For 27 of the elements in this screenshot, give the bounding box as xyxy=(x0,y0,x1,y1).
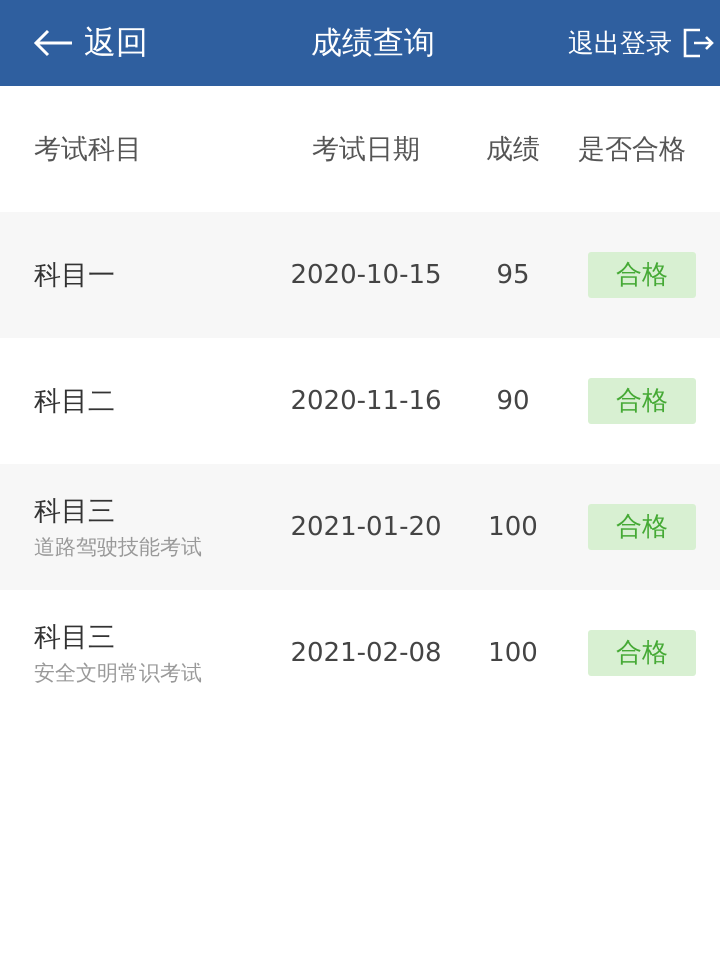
subject-text: 科目三 xyxy=(34,621,116,655)
subject-note: 安全文明常识考试 xyxy=(34,660,203,687)
logout-icon xyxy=(682,27,714,59)
logout-button[interactable]: 退出登录 xyxy=(544,26,714,60)
subject-note: 道路驾驶技能考试 xyxy=(34,534,203,561)
result-badge: 合格 xyxy=(588,630,696,676)
column-header: 成绩 xyxy=(485,133,541,167)
subject-text: 科目三 xyxy=(34,495,116,529)
exam-date: 2020-11-16 xyxy=(289,386,443,416)
exam-date: 2020-10-15 xyxy=(289,260,443,290)
column-header: 考试科目 xyxy=(33,133,143,167)
column-header: 考试日期 xyxy=(311,133,421,167)
page-title: 成绩查询 xyxy=(311,24,435,63)
exam-score: 100 xyxy=(487,512,539,542)
back-button[interactable]: 返回 xyxy=(32,21,202,65)
exam-score: 90 xyxy=(495,386,531,416)
result-badge: 合格 xyxy=(588,252,696,298)
back-arrow-icon xyxy=(32,28,74,58)
exam-score: 95 xyxy=(495,260,531,290)
subject-text: 科目一 xyxy=(34,259,116,293)
result-badge: 合格 xyxy=(588,504,696,550)
exam-date: 2021-02-08 xyxy=(289,638,443,668)
exam-date: 2021-01-20 xyxy=(289,512,443,542)
result-badge: 合格 xyxy=(588,378,696,424)
subject-text: 科目二 xyxy=(34,385,116,419)
exam-score: 100 xyxy=(487,638,539,668)
column-header: 是否合格 xyxy=(577,133,687,167)
